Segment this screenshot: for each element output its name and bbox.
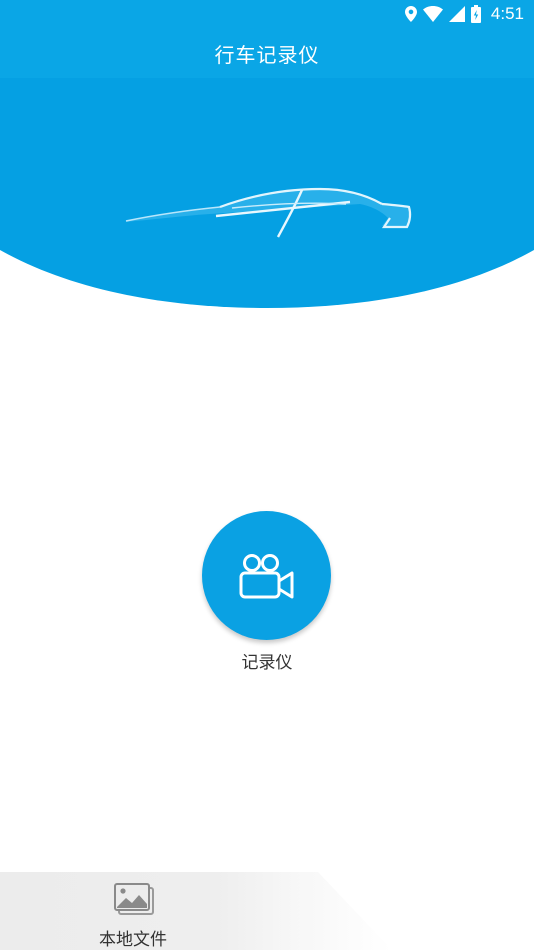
app-toolbar: 行车记录仪 [0, 28, 534, 78]
car-silhouette-icon [124, 187, 412, 238]
record-button[interactable] [202, 511, 331, 640]
video-camera-icon [239, 553, 293, 598]
page-title: 行车记录仪 [214, 42, 320, 67]
location-icon [404, 6, 417, 22]
image-gallery-icon [114, 883, 154, 915]
battery-icon [470, 5, 481, 23]
record-button-label: 记录仪 [241, 653, 293, 673]
status-bar: 4:51 [0, 0, 534, 28]
status-time: 4:51 [490, 4, 524, 23]
nav-item-local-files[interactable]: 本地文件 [80, 878, 186, 950]
cell-signal-icon [448, 6, 465, 22]
status-icons: 4:51 [404, 3, 524, 25]
bottom-nav: 本地文件 [0, 872, 534, 950]
nav-item-label: 本地文件 [99, 930, 167, 950]
app-screen: 4:51 行车记录仪 记录仪 本地文件 [0, 0, 534, 950]
wifi-icon [422, 6, 443, 22]
